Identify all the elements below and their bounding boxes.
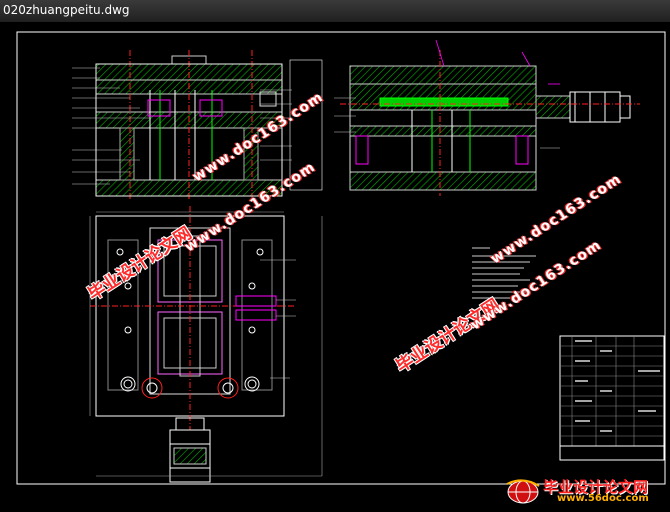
globe-icon (506, 479, 540, 504)
window-title: 020zhuangpeitu.dwg (3, 3, 130, 17)
logo-url: www.56doc.com (557, 493, 649, 504)
title-bar: 020zhuangpeitu.dwg (0, 0, 670, 23)
section-view-right (334, 39, 640, 196)
drawing-canvas[interactable]: 毕业设计论文网 www.doc163.com 毕业设计论文网 www.doc16… (0, 22, 670, 508)
site-logo: 毕业设计论文网 www.56doc.com (505, 474, 667, 506)
plan-view (89, 206, 323, 483)
parts-list-table (559, 335, 665, 461)
